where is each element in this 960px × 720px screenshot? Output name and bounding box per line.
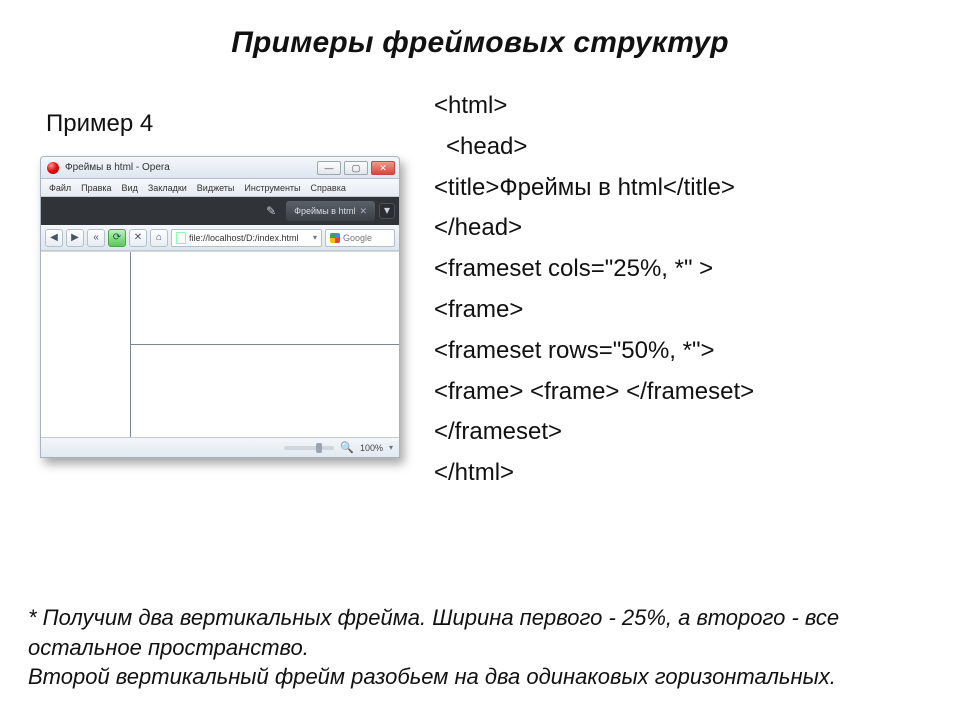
close-button[interactable]: ✕ [371, 161, 395, 175]
code-line: <frame> <frame> </frameset> [434, 372, 920, 413]
left-column: Пример 4 Фреймы в html - Opera — ▢ ✕ Фай… [40, 80, 410, 458]
reload-button[interactable]: ⟳ [108, 229, 126, 247]
google-icon [330, 233, 340, 243]
zoom-slider[interactable] [284, 446, 334, 450]
magnify-icon[interactable]: 🔍 [340, 441, 354, 454]
browser-tabbar: ✎ Фреймы в html ✕ ▾ [41, 197, 399, 225]
browser-address-bar: ◀ ▶ « ⟳ ✕ ⌂ file://localhost/D:/index.ht… [41, 225, 399, 251]
menu-item[interactable]: Справка [311, 183, 346, 193]
menu-item[interactable]: Закладки [148, 183, 187, 193]
menu-item[interactable]: Правка [81, 183, 111, 193]
code-line: </head> [434, 208, 920, 249]
page-icon [176, 232, 186, 244]
address-field[interactable]: file://localhost/D:/index.html ▾ [171, 229, 322, 247]
window-buttons: — ▢ ✕ [317, 161, 395, 175]
code-listing: <html> <head> <title>Фреймы в html</titl… [434, 80, 920, 494]
forward-button[interactable]: ▶ [66, 229, 84, 247]
footnote-line: * Получим два вертикальных фрейма. Ширин… [28, 603, 920, 662]
slide-title: Примеры фреймовых структур [40, 26, 920, 60]
example-heading: Пример 4 [46, 110, 410, 138]
maximize-button[interactable]: ▢ [344, 161, 368, 175]
back-button[interactable]: ◀ [45, 229, 63, 247]
code-line: </frameset> [434, 412, 920, 453]
rewind-button[interactable]: « [87, 229, 105, 247]
code-line: <frame> [434, 290, 920, 331]
home-button[interactable]: ⌂ [150, 229, 168, 247]
code-line: <frameset rows="50%, *"> [434, 331, 920, 372]
menu-item[interactable]: Виджеты [197, 183, 235, 193]
slide: Примеры фреймовых структур Пример 4 Фрей… [0, 0, 960, 720]
code-line: <html> [434, 86, 920, 127]
chevron-down-icon[interactable]: ▾ [313, 233, 317, 242]
code-line: <head> [434, 127, 920, 168]
new-tab-button[interactable]: ▾ [379, 203, 395, 219]
opera-icon [47, 162, 59, 174]
chevron-down-icon[interactable]: ▾ [389, 443, 393, 452]
menu-item[interactable]: Инструменты [244, 183, 300, 193]
stop-button[interactable]: ✕ [129, 229, 147, 247]
frame-right-set [131, 252, 400, 437]
footnote-line: Второй вертикальный фрейм разобьем на дв… [28, 662, 920, 692]
footnote: * Получим два вертикальных фрейма. Ширин… [28, 603, 920, 692]
tab-label: Фреймы в html [294, 206, 355, 216]
minimize-button[interactable]: — [317, 161, 341, 175]
code-line: </html> [434, 453, 920, 494]
search-placeholder: Google [343, 233, 372, 243]
code-line: <frameset cols="25%, *" > [434, 249, 920, 290]
url-text: file://localhost/D:/index.html [189, 233, 299, 243]
browser-menubar: Файл Правка Вид Закладки Виджеты Инструм… [41, 179, 399, 197]
frame-left [41, 252, 131, 437]
search-field[interactable]: Google [325, 229, 395, 247]
tab-close-icon[interactable]: ✕ [359, 206, 367, 217]
content-row: Пример 4 Фреймы в html - Opera — ▢ ✕ Фай… [40, 80, 920, 494]
zoom-value: 100% [360, 443, 383, 453]
frame-top [131, 252, 400, 345]
frame-bottom [131, 345, 400, 438]
browser-statusbar: 🔍 100% ▾ [41, 437, 399, 457]
menu-item[interactable]: Файл [49, 183, 71, 193]
browser-viewport [41, 251, 399, 437]
wrench-icon[interactable]: ✎ [262, 202, 280, 220]
window-title: Фреймы в html - Opera [65, 162, 317, 173]
browser-titlebar[interactable]: Фреймы в html - Opera — ▢ ✕ [41, 157, 399, 179]
code-line: <title>Фреймы в html</title> [434, 168, 920, 209]
menu-item[interactable]: Вид [122, 183, 138, 193]
browser-window: Фреймы в html - Opera — ▢ ✕ Файл Правка … [40, 156, 400, 458]
browser-tab[interactable]: Фреймы в html ✕ [286, 201, 375, 221]
